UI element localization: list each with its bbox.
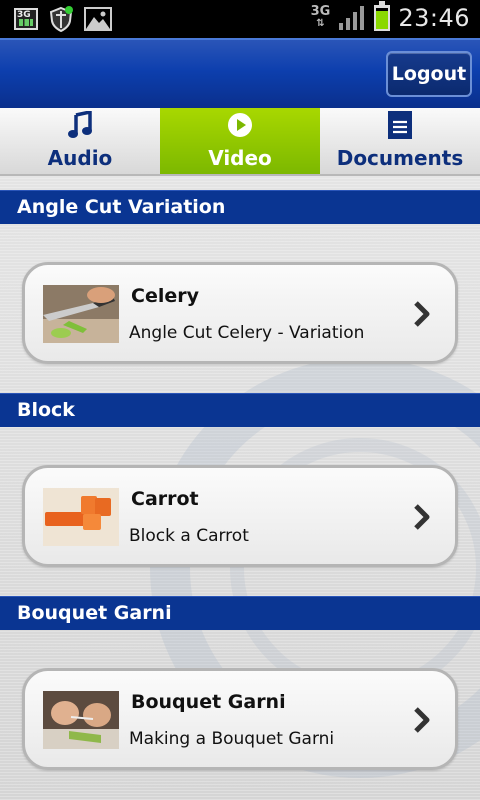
list-item-bouquet-garni[interactable]: Bouquet Garni Making a Bouquet Garni xyxy=(22,668,458,770)
video-list[interactable]: Angle Cut Variation Celery Angle Cut Cel… xyxy=(0,178,480,800)
battery-icon xyxy=(374,1,391,31)
app-header: Logout xyxy=(0,38,480,108)
chevron-right-icon xyxy=(414,301,430,327)
status-time: 23:46 xyxy=(398,4,470,32)
carrot-thumbnail xyxy=(43,488,119,546)
gallery-icon xyxy=(84,7,112,31)
item-subtitle: Block a Carrot xyxy=(129,526,249,546)
item-subtitle: Angle Cut Celery - Variation xyxy=(129,323,365,343)
play-icon xyxy=(225,110,255,140)
document-icon xyxy=(385,110,415,140)
tab-documents[interactable]: Documents xyxy=(320,108,480,174)
signal-icon xyxy=(339,6,365,30)
tab-bar: Audio Video Documents xyxy=(0,108,480,176)
music-note-icon xyxy=(65,110,95,140)
list-item-celery[interactable]: Celery Angle Cut Celery - Variation xyxy=(22,262,458,364)
tab-documents-label: Documents xyxy=(336,146,464,170)
tab-video-label: Video xyxy=(208,146,272,170)
item-title: Celery xyxy=(131,285,199,307)
chevron-right-icon xyxy=(414,707,430,733)
tab-audio[interactable]: Audio xyxy=(0,108,160,174)
tab-audio-label: Audio xyxy=(47,146,113,170)
section-header: Angle Cut Variation xyxy=(0,190,480,224)
tab-video[interactable]: Video xyxy=(160,108,320,174)
item-subtitle: Making a Bouquet Garni xyxy=(129,729,335,749)
celery-thumbnail xyxy=(43,285,119,343)
chevron-right-icon xyxy=(414,504,430,530)
bouquet-garni-thumbnail xyxy=(43,691,119,749)
item-title: Carrot xyxy=(131,488,199,510)
network-type-icon: 3G ⇅ xyxy=(310,4,331,29)
section-header: Block xyxy=(0,393,480,427)
shield-icon xyxy=(49,6,73,32)
item-title: Bouquet Garni xyxy=(131,691,286,713)
list-item-carrot[interactable]: Carrot Block a Carrot xyxy=(22,465,458,567)
status-bar: 3G 3G ⇅ 23:46 xyxy=(0,0,480,38)
3g-data-icon: 3G xyxy=(14,8,38,30)
section-header: Bouquet Garni xyxy=(0,596,480,630)
logout-button[interactable]: Logout xyxy=(386,51,472,97)
